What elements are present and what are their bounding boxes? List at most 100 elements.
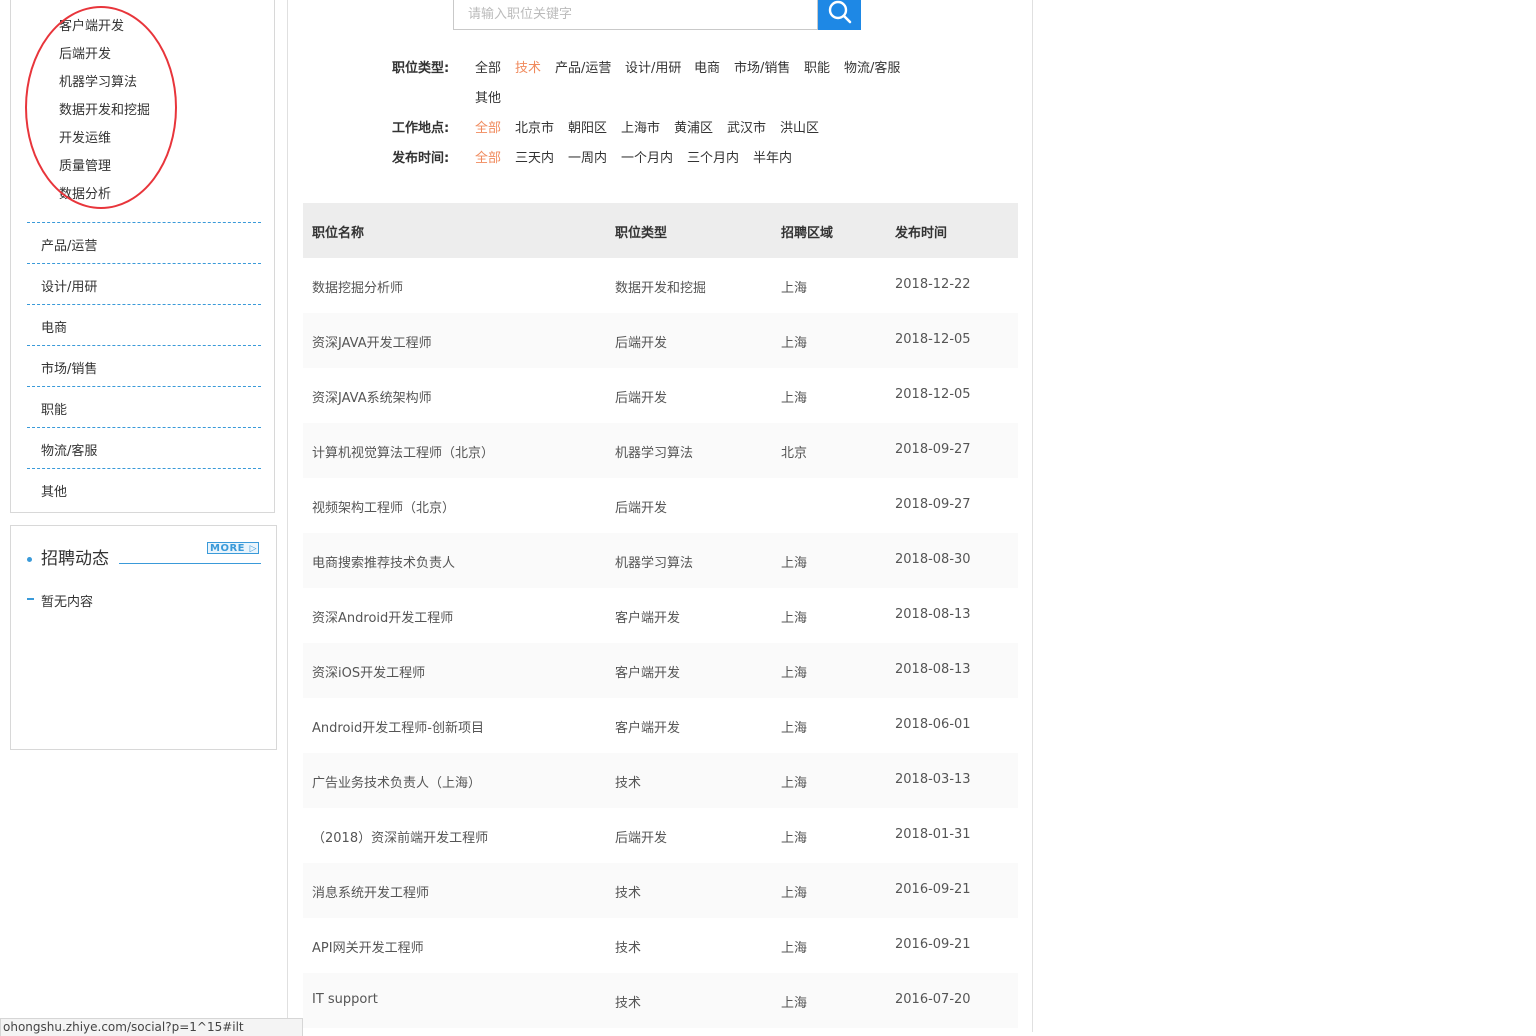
filter-job-type-functional[interactable]: 职能 <box>804 57 830 76</box>
sidebar-sub-item-quality[interactable]: 质量管理 <box>59 155 111 174</box>
news-empty-text: 暂无内容 <box>41 595 94 610</box>
column-header-type: 职位类型 <box>615 226 668 241</box>
job-title-link[interactable]: Android开发工程师-创新项目 <box>312 717 484 736</box>
sidebar-sub-item-devops[interactable]: 开发运维 <box>59 127 111 146</box>
job-title-link[interactable]: 资深Android开发工程师 <box>312 607 453 626</box>
job-date-cell: 2018-01-31 <box>895 827 971 842</box>
more-label: MORE <box>210 543 245 554</box>
sidebar-item-ecommerce[interactable]: 电商 <box>27 304 261 345</box>
job-title-link[interactable]: 资深iOS开发工程师 <box>312 662 425 681</box>
filter-label-post-time: 发布时间: <box>392 151 450 166</box>
filter-job-type-ecommerce[interactable]: 电商 <box>694 57 720 76</box>
table-row[interactable]: （2018）资深前端开发工程师 后端开发 上海 2018-01-31 <box>303 808 1018 863</box>
job-type-cell: 技术 <box>615 996 642 1011</box>
sidebar-sub-item-data-mining[interactable]: 数据开发和挖掘 <box>59 99 150 118</box>
main-panel-left-border <box>287 0 288 1032</box>
filter-post-time-1month[interactable]: 一个月内 <box>621 147 673 166</box>
filter-location-all[interactable]: 全部 <box>475 117 501 136</box>
job-title-link[interactable]: 广告业务技术负责人（上海） <box>312 772 481 791</box>
filter-job-type-marketing[interactable]: 市场/销售 <box>734 57 790 76</box>
job-title-link[interactable]: API网关开发工程师 <box>312 937 424 956</box>
job-region-cell: 上海 <box>781 941 808 956</box>
job-title-link[interactable]: 消息系统开发工程师 <box>312 882 429 901</box>
job-title-link[interactable]: 资深JAVA开发工程师 <box>312 332 432 351</box>
job-date-cell: 2018-12-22 <box>895 277 971 292</box>
job-date-cell: 2018-06-01 <box>895 717 971 732</box>
job-region-cell: 上海 <box>781 721 808 736</box>
job-region-cell: 上海 <box>781 776 808 791</box>
filter-job-type-logistics[interactable]: 物流/客服 <box>844 57 900 76</box>
filter-post-time-3months[interactable]: 三个月内 <box>687 147 739 166</box>
table-row[interactable]: 消息系统开发工程师 技术 上海 2016-09-21 <box>303 863 1018 918</box>
sidebar-item-functional[interactable]: 职能 <box>27 386 261 427</box>
search-icon <box>828 0 852 24</box>
table-row[interactable]: 广告业务技术负责人（上海） 技术 上海 2018-03-13 <box>303 753 1018 808</box>
filter-job-type-other[interactable]: 其他 <box>475 87 501 106</box>
filter-job-type-tech[interactable]: 技术 <box>515 57 541 76</box>
job-type-cell: 后端开发 <box>615 336 668 351</box>
more-button[interactable]: MORE ▷ <box>207 542 259 554</box>
table-row[interactable]: 资深JAVA系统架构师 后端开发 上海 2018-12-05 <box>303 368 1018 423</box>
table-row[interactable]: 数据挖掘分析师 数据开发和挖掘 上海 2018-12-22 <box>303 258 1018 313</box>
filter-job-type-product-ops[interactable]: 产品/运营 <box>555 57 611 76</box>
filter-post-time-1week[interactable]: 一周内 <box>568 147 607 166</box>
column-header-title: 职位名称 <box>312 226 365 241</box>
sidebar-item-design-research[interactable]: 设计/用研 <box>27 263 261 304</box>
job-type-cell: 后端开发 <box>615 831 668 846</box>
filter-post-time-6months[interactable]: 半年内 <box>753 147 792 166</box>
job-title-link[interactable]: 视频架构工程师（北京） <box>312 497 455 516</box>
job-title-link[interactable]: （2018）资深前端开发工程师 <box>312 827 488 846</box>
filter-location-hongshan[interactable]: 洪山区 <box>780 117 819 136</box>
filter-post-time-3days[interactable]: 三天内 <box>515 147 554 166</box>
job-title-link[interactable]: 数据挖掘分析师 <box>312 277 403 296</box>
search-button[interactable] <box>818 0 861 30</box>
job-type-cell: 技术 <box>615 886 642 901</box>
job-date-cell: 2018-03-13 <box>895 772 971 787</box>
job-date-cell: 2018-12-05 <box>895 387 971 402</box>
sidebar-item-product-ops[interactable]: 产品/运营 <box>27 222 261 263</box>
table-row[interactable]: API网关开发工程师 技术 上海 2016-09-21 <box>303 918 1018 973</box>
sidebar-sub-item-backend-dev[interactable]: 后端开发 <box>59 43 111 62</box>
sidebar-item-marketing-sales[interactable]: 市场/销售 <box>27 345 261 386</box>
table-row[interactable]: 视频架构工程师（北京） 后端开发 2018-09-27 <box>303 478 1018 533</box>
filter-job-type-all[interactable]: 全部 <box>475 57 501 76</box>
filter-location-wuhan[interactable]: 武汉市 <box>727 117 766 136</box>
filter-location-beijing[interactable]: 北京市 <box>515 117 554 136</box>
recruitment-news-panel: 招聘动态 MORE ▷ 暂无内容 <box>10 525 277 750</box>
table-row[interactable]: 资深iOS开发工程师 客户端开发 上海 2018-08-13 <box>303 643 1018 698</box>
job-date-cell: 2016-09-21 <box>895 937 971 952</box>
table-row[interactable]: 资深JAVA开发工程师 后端开发 上海 2018-12-05 <box>303 313 1018 368</box>
job-region-cell: 北京 <box>781 446 808 461</box>
job-region-cell: 上海 <box>781 996 808 1011</box>
job-type-cell: 机器学习算法 <box>615 446 694 461</box>
job-region-cell: 上海 <box>781 666 808 681</box>
job-region-cell: 上海 <box>781 336 808 351</box>
job-title-link[interactable]: 资深JAVA系统架构师 <box>312 387 432 406</box>
table-row[interactable]: 计算机视觉算法工程师（北京） 机器学习算法 北京 2018-09-27 <box>303 423 1018 478</box>
job-region-cell: 上海 <box>781 281 808 296</box>
job-title-link[interactable]: 计算机视觉算法工程师（北京） <box>312 442 494 461</box>
filter-job-type-design[interactable]: 设计/用研 <box>625 57 681 76</box>
browser-status-bar: ohongshu.zhiye.com/social?p=1^15#ilt <box>0 1018 303 1036</box>
sidebar-sub-item-data-analysis[interactable]: 数据分析 <box>59 183 111 202</box>
filter-location-chaoyang[interactable]: 朝阳区 <box>568 117 607 136</box>
chevron-right-icon: ▷ <box>249 544 257 554</box>
table-row[interactable]: Android开发工程师-创新项目 客户端开发 上海 2018-06-01 <box>303 698 1018 753</box>
filter-label-location: 工作地点: <box>392 121 450 136</box>
job-date-cell: 2016-09-21 <box>895 882 971 897</box>
table-row[interactable]: 电商搜索推荐技术负责人 机器学习算法 上海 2018-08-30 <box>303 533 1018 588</box>
job-title-link[interactable]: IT support <box>312 992 378 1007</box>
sidebar-item-logistics[interactable]: 物流/客服 <box>27 427 261 468</box>
table-row[interactable]: 资深Android开发工程师 客户端开发 上海 2018-08-13 <box>303 588 1018 643</box>
column-header-region: 招聘区域 <box>781 226 834 241</box>
sidebar-sub-item-client-dev[interactable]: 客户端开发 <box>59 15 124 34</box>
filter-location-huangpu[interactable]: 黄浦区 <box>674 117 713 136</box>
job-search-input[interactable]: 请输入职位关键字 <box>453 0 818 30</box>
filter-location-shanghai[interactable]: 上海市 <box>621 117 660 136</box>
table-row[interactable]: IT support 技术 上海 2016-07-20 <box>303 973 1018 1028</box>
sidebar-item-other[interactable]: 其他 <box>27 468 261 509</box>
filter-post-time-all[interactable]: 全部 <box>475 147 501 166</box>
job-title-link[interactable]: 电商搜索推荐技术负责人 <box>312 552 455 571</box>
sidebar-sub-item-ml-algorithm[interactable]: 机器学习算法 <box>59 71 137 90</box>
job-region-cell: 上海 <box>781 556 808 571</box>
